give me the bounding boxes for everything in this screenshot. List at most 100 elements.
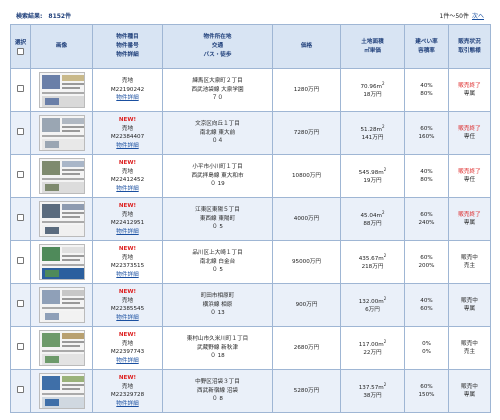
status-cell: 販売中 売主 (448, 326, 491, 370)
property-detail-link[interactable]: 物件詳細 (93, 400, 162, 409)
property-thumbnail[interactable] (38, 244, 85, 280)
deal-type: 専属 (463, 220, 476, 226)
price-cell: 5280万円 (272, 369, 341, 413)
col-status-sale: 販売状況 (458, 38, 481, 45)
select-all-checkbox[interactable] (17, 47, 24, 55)
sq-superscript: 2 (383, 167, 387, 173)
price-cell: 900万円 (272, 283, 341, 327)
row-checkbox[interactable] (17, 213, 24, 221)
coverage-ratio: 60% (420, 211, 433, 218)
table-row: NEW! 売地 M22385545 物件詳細 町田市相原町 横浜線 相原 ０ 13 900万円… (10, 283, 491, 327)
land-area: 70.96m (360, 83, 382, 90)
status-cell: 販売終了 専任 (448, 111, 491, 155)
property-type: 売地 (121, 211, 134, 218)
land-cell: 51.28m2 141万円 (340, 111, 405, 155)
walk-time: ０ 13 (210, 310, 225, 317)
property-thumbnail[interactable] (38, 373, 85, 409)
row-checkbox[interactable] (17, 385, 24, 393)
select-cell (10, 326, 31, 370)
col-ratio: 建ぺい率 容積率 (404, 24, 449, 69)
unit-price: 38万円 (363, 393, 382, 400)
sq-superscript: 2 (381, 210, 385, 216)
address: 練馬区大泉町２丁目 (192, 78, 243, 85)
property-cell: NEW! 売地 M22412951 物件詳細 (92, 197, 163, 241)
row-checkbox[interactable] (17, 127, 24, 135)
unit-price: 18万円 (363, 92, 382, 99)
property-detail-link[interactable]: 物件詳細 (93, 94, 162, 103)
transit-line: 西武新宿線 沼袋 (197, 387, 238, 394)
property-type: 売地 (121, 168, 134, 175)
transit-line: 南北線 白金台 (199, 258, 236, 265)
address: 江東区東陽５丁目 (195, 207, 240, 214)
sale-status: 販売中 (461, 254, 478, 261)
result-summary-label: 検索結果: (16, 12, 43, 20)
table-row: NEW! 売地 M22384407 物件詳細 文京区向丘１丁目 南北線 東大前 ０４ 7280… (10, 111, 491, 155)
col-location: 物件所在地 交通 バス・徒歩 (162, 24, 273, 69)
transit-line: 東西線 東陽町 (199, 215, 236, 222)
property-thumbnail[interactable] (38, 158, 85, 194)
property-detail-link[interactable]: 物件詳細 (93, 314, 162, 323)
property-thumbnail[interactable] (38, 72, 85, 108)
property-detail-link[interactable]: 物件詳細 (93, 228, 162, 237)
col-location-transit: 交通 (211, 43, 224, 49)
col-land-unit: ㎡単価 (364, 47, 381, 54)
land-area: 51.28m (360, 126, 382, 133)
property-number: M22329728 (110, 392, 145, 398)
col-property-type: 物件種目 (116, 34, 139, 40)
property-detail-link[interactable]: 物件詳細 (93, 185, 162, 194)
row-checkbox[interactable] (17, 299, 24, 307)
table-row: NEW! 売地 M22412452 物件詳細 小平市小川町１丁目 西武拝島線 東大和市 ０ … (10, 154, 491, 198)
deal-type: 専属 (463, 306, 476, 312)
sale-status: 販売中 (461, 340, 478, 347)
property-detail-link[interactable]: 物件詳細 (93, 357, 162, 366)
property-detail-link[interactable]: 物件詳細 (93, 142, 162, 151)
property-number: M22412951 (110, 220, 145, 226)
status-cell: 販売終了 専属 (448, 68, 491, 112)
location-cell: 中野区沼袋３丁目 西武新宿線 沼袋 ０ 8 (162, 369, 273, 413)
property-thumbnail[interactable] (38, 115, 85, 151)
property-detail-link[interactable]: 物件詳細 (93, 271, 162, 280)
location-cell: 練馬区大泉町２丁目 西武池袋線 大泉学園 ７０ (162, 68, 273, 112)
ratio-cell: 40% 80% (404, 68, 449, 112)
property-number: M22384407 (110, 134, 145, 140)
price-cell: 10800万円 (272, 154, 341, 198)
property-cell: NEW! 売地 M22373515 物件詳細 (92, 240, 163, 284)
land-cell: 435.67m2 218万円 (340, 240, 405, 284)
property-thumbnail[interactable] (38, 201, 85, 237)
property-cell: NEW! 売地 M22397743 物件詳細 (92, 326, 163, 370)
row-checkbox[interactable] (17, 256, 24, 264)
walk-time: ０４ (211, 138, 224, 145)
row-checkbox[interactable] (17, 342, 24, 350)
floor-ratio: 240% (418, 220, 435, 226)
col-select: 選択 (10, 24, 31, 69)
sq-superscript: 2 (383, 339, 387, 345)
ratio-cell: 60% 240% (404, 197, 449, 241)
col-location-walk: バス・徒歩 (203, 52, 232, 58)
unit-price: 6万円 (365, 307, 380, 314)
result-summary: 検索結果: 8152件 (16, 11, 77, 20)
land-cell: 70.96m2 18万円 (340, 68, 405, 112)
property-cell: NEW! 売地 M22385545 物件詳細 (92, 283, 163, 327)
price: 1280万円 (293, 86, 320, 93)
property-thumbnail[interactable] (38, 330, 85, 366)
table-row: NEW! 売地 M22397743 物件詳細 東村山市久米川町１丁目 武蔵野線 新秋津 ０ … (10, 326, 491, 370)
ratio-cell: 60% 150% (404, 369, 449, 413)
land-cell: 45.04m2 88万円 (340, 197, 405, 241)
floor-ratio: 80% (420, 177, 433, 183)
property-cell: NEW! 売地 M22384407 物件詳細 (92, 111, 163, 155)
pager: 1件～50件 次へ (440, 11, 484, 20)
address: 小平市小川町１丁目 (192, 164, 243, 171)
sq-superscript: 2 (383, 296, 387, 302)
price-cell: 7280万円 (272, 111, 341, 155)
row-checkbox[interactable] (17, 84, 24, 92)
sale-status: 販売終了 (458, 82, 481, 89)
coverage-ratio: 40% (420, 168, 433, 175)
walk-time: ０ 19 (210, 181, 225, 188)
status-cell: 販売中 売主 (448, 240, 491, 284)
row-checkbox[interactable] (17, 170, 24, 178)
next-page-link[interactable]: 次へ (472, 13, 484, 20)
land-cell: 137.57m2 38万円 (340, 369, 405, 413)
address: 町田市相原町 (200, 293, 235, 300)
property-thumbnail[interactable] (38, 287, 85, 323)
sale-status: 販売終了 (458, 125, 481, 132)
